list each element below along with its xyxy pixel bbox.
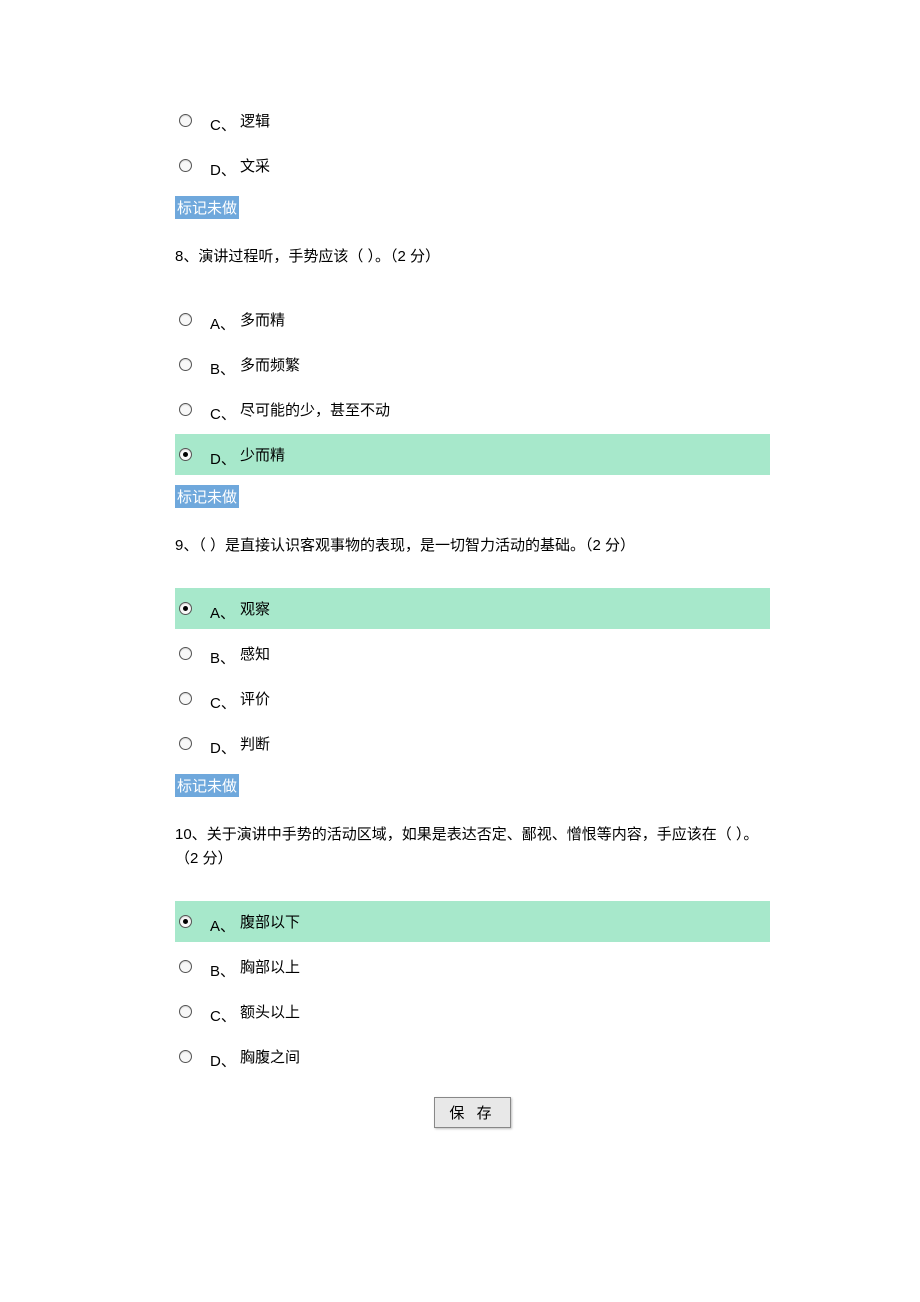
option-c[interactable]: C、 评价 <box>175 678 770 719</box>
option-letter: C、 <box>210 114 240 135</box>
option-d[interactable]: D、 判断 <box>175 723 770 764</box>
radio-icon[interactable] <box>179 403 192 416</box>
radio-icon[interactable] <box>179 647 192 660</box>
option-c[interactable]: C、 逻辑 <box>175 100 770 141</box>
question-8: 8、演讲过程听，手势应该（ ）。（2 分） A、 多而精 B、 多而频繁 C、 … <box>175 245 770 534</box>
option-letter: C、 <box>210 1005 240 1026</box>
question-9: 9、（ ）是直接认识客观事物的表现，是一切智力活动的基础。（2 分） A、 观察… <box>175 534 770 823</box>
radio-icon[interactable] <box>179 960 192 973</box>
option-b[interactable]: B、 感知 <box>175 633 770 674</box>
save-button-wrap: 保 存 <box>175 1097 770 1128</box>
radio-icon[interactable] <box>179 602 192 615</box>
option-letter: B、 <box>210 647 240 668</box>
mark-badge[interactable]: 标记未做 <box>175 196 239 219</box>
option-text: 逻辑 <box>240 110 270 131</box>
option-text: 多而频繁 <box>240 354 300 375</box>
radio-icon[interactable] <box>179 448 192 461</box>
option-a[interactable]: A、 腹部以下 <box>175 901 770 942</box>
option-letter: D、 <box>210 1050 240 1071</box>
option-letter: A、 <box>210 313 240 334</box>
option-text: 感知 <box>240 643 270 664</box>
option-b[interactable]: B、 胸部以上 <box>175 946 770 987</box>
mark-badge[interactable]: 标记未做 <box>175 485 239 508</box>
question-text: 9、（ ）是直接认识客观事物的表现，是一切智力活动的基础。（2 分） <box>175 534 770 558</box>
option-text: 额头以上 <box>240 1001 300 1022</box>
option-text: 胸腹之间 <box>240 1046 300 1067</box>
option-letter: D、 <box>210 159 240 180</box>
option-letter: A、 <box>210 915 240 936</box>
option-text: 少而精 <box>240 444 285 465</box>
option-text: 文采 <box>240 155 270 176</box>
mark-badge[interactable]: 标记未做 <box>175 774 239 797</box>
option-letter: A、 <box>210 602 240 623</box>
option-text: 腹部以下 <box>240 911 300 932</box>
radio-icon[interactable] <box>179 737 192 750</box>
option-letter: B、 <box>210 960 240 981</box>
option-d[interactable]: D、 文采 <box>175 145 770 186</box>
option-text: 判断 <box>240 733 270 754</box>
option-b[interactable]: B、 多而频繁 <box>175 344 770 385</box>
option-text: 观察 <box>240 598 270 619</box>
option-letter: D、 <box>210 737 240 758</box>
option-letter: C、 <box>210 692 240 713</box>
question-text: 10、关于演讲中手势的活动区域，如果是表达否定、鄙视、憎恨等内容，手应该在（ ）… <box>175 823 770 871</box>
option-letter: B、 <box>210 358 240 379</box>
radio-icon[interactable] <box>179 915 192 928</box>
option-text: 尽可能的少，甚至不动 <box>240 399 390 420</box>
question-10: 10、关于演讲中手势的活动区域，如果是表达否定、鄙视、憎恨等内容，手应该在（ ）… <box>175 823 770 1077</box>
option-text: 多而精 <box>240 309 285 330</box>
radio-icon[interactable] <box>179 1005 192 1018</box>
option-c[interactable]: C、 尽可能的少，甚至不动 <box>175 389 770 430</box>
radio-icon[interactable] <box>179 358 192 371</box>
option-d[interactable]: D、 少而精 <box>175 434 770 475</box>
option-text: 胸部以上 <box>240 956 300 977</box>
option-text: 评价 <box>240 688 270 709</box>
question-text: 8、演讲过程听，手势应该（ ）。（2 分） <box>175 245 770 269</box>
option-a[interactable]: A、 多而精 <box>175 299 770 340</box>
radio-icon[interactable] <box>179 313 192 326</box>
radio-icon[interactable] <box>179 159 192 172</box>
radio-icon[interactable] <box>179 692 192 705</box>
save-button[interactable]: 保 存 <box>434 1097 510 1128</box>
option-letter: C、 <box>210 403 240 424</box>
partial-question-block: C、 逻辑 D、 文采 标记未做 <box>175 100 770 245</box>
radio-icon[interactable] <box>179 114 192 127</box>
option-c[interactable]: C、 额头以上 <box>175 991 770 1032</box>
option-a[interactable]: A、 观察 <box>175 588 770 629</box>
option-letter: D、 <box>210 448 240 469</box>
option-d[interactable]: D、 胸腹之间 <box>175 1036 770 1077</box>
radio-icon[interactable] <box>179 1050 192 1063</box>
